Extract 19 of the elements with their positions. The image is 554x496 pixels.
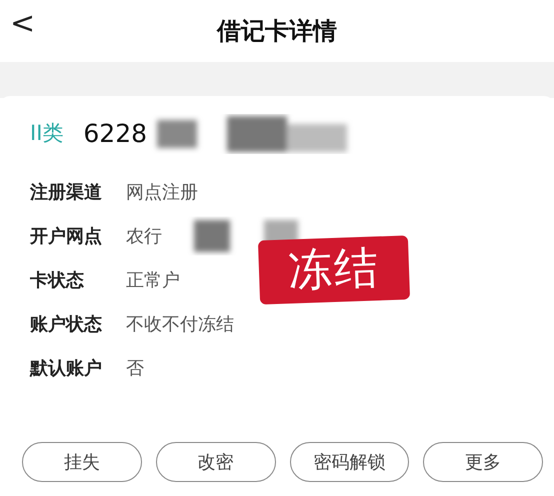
back-button[interactable]: < — [4, 8, 42, 40]
field-label: 卡状态 — [30, 268, 85, 292]
field-value: 否 — [126, 356, 144, 380]
card-type-label: II类 — [30, 120, 64, 148]
field-value: 网点注册 — [126, 180, 198, 204]
field-value: 不收不付冻结 — [126, 312, 234, 336]
field-label: 账户状态 — [30, 312, 103, 336]
field-value: 农行 — [126, 224, 162, 248]
action-button[interactable]: 密码解锁 — [290, 442, 410, 482]
field-value: 正常户 — [126, 268, 180, 292]
page-title: 借记卡详情 — [217, 16, 337, 47]
field-label: 开户网点 — [30, 224, 103, 248]
field-label: 注册渠道 — [30, 180, 103, 204]
action-button[interactable]: 改密 — [156, 442, 276, 482]
action-button[interactable]: 更多 — [423, 442, 543, 482]
field-label: 默认账户 — [30, 356, 103, 380]
card-number: 6228 — [83, 118, 148, 150]
frozen-stamp: 冻结 — [258, 235, 410, 305]
action-button[interactable]: 挂失 — [22, 442, 142, 482]
